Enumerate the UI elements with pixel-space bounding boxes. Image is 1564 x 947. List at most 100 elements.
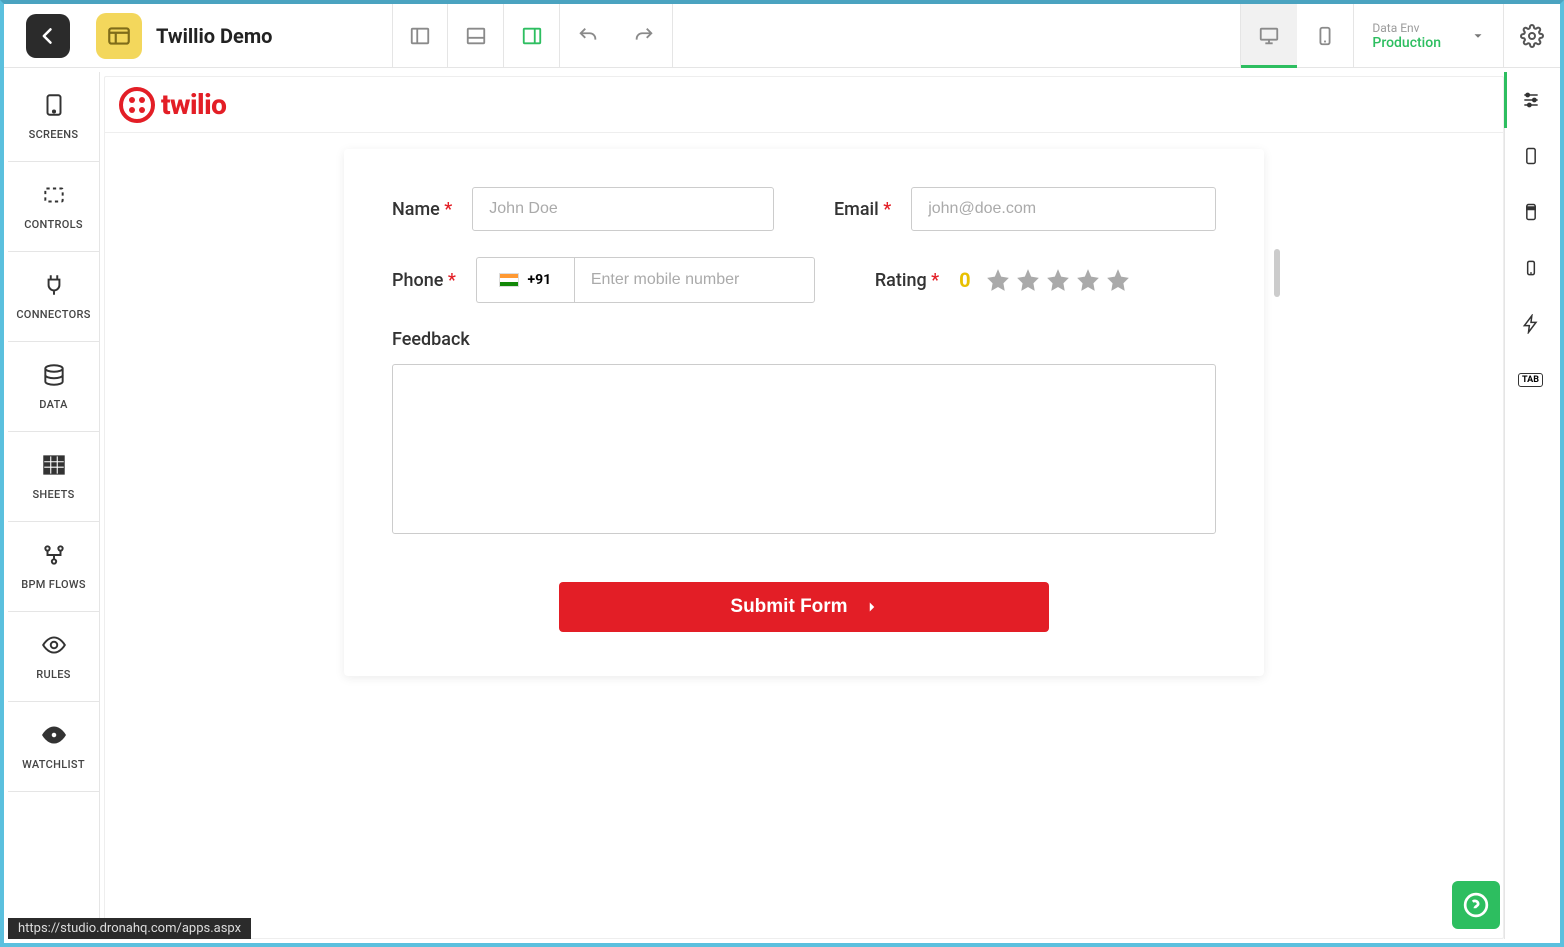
layout-right-panel-button[interactable] [504,4,560,67]
left-sidebar: SCREENS CONTROLS CONNECTORS DATA SHEETS … [8,72,100,939]
layout-left-panel-button[interactable] [392,4,448,67]
back-button[interactable] [26,14,70,58]
help-button[interactable] [1452,881,1500,929]
redo-button[interactable] [616,4,672,67]
rating-label: Rating [875,270,927,291]
submit-label: Submit Form [730,596,847,618]
phone-country-code[interactable]: +91 [476,257,574,303]
mobile-preview-button[interactable] [1297,4,1353,67]
star-icon[interactable] [1045,267,1071,293]
mobile-icon [1314,25,1336,47]
desktop-preview-button[interactable] [1241,4,1297,67]
rating-stars[interactable] [985,267,1131,293]
layout-right-icon [521,25,543,47]
star-icon[interactable] [1105,267,1131,293]
name-field: Name * [392,187,774,231]
layout-left-icon [409,25,431,47]
canvas-header: twilio [105,77,1503,133]
rules-icon [41,632,67,658]
phone-label: Phone [392,270,443,291]
right-sidebar: TAB [1504,72,1556,939]
phone-input[interactable] [574,257,815,303]
topbar: Twillio Demo Data Env Production [4,4,1560,68]
sidebar-item-connectors[interactable]: CONNECTORS [8,252,99,342]
sidebar-label: DATA [39,398,67,411]
card-scrollbar[interactable] [1274,249,1280,297]
form-card: Name * Email * Phone * +91 Ra [344,149,1264,676]
feedback-label: Feedback [392,329,1216,350]
star-icon[interactable] [985,267,1011,293]
phone-field: Phone * +91 [392,257,815,303]
required-marker: * [448,270,456,291]
phone-cc-value: +91 [527,272,551,288]
phone-filled-icon [1521,202,1541,222]
bpmflows-icon [41,542,67,568]
settings-button[interactable] [1504,24,1560,48]
name-label: Name [392,199,440,220]
chevron-down-icon [1471,29,1485,43]
sidebar-item-rules[interactable]: RULES [8,612,99,702]
right-tab-sliders[interactable] [1505,72,1556,128]
sidebar-label: RULES [36,668,70,681]
app-title: Twillio Demo [156,24,272,48]
email-label: Email [834,199,879,220]
submit-button[interactable]: Submit Form [559,582,1049,632]
help-icon [1463,892,1489,918]
rating-value: 0 [959,268,970,292]
redo-icon [633,25,655,47]
env-label: Data Env [1372,21,1441,35]
sidebar-item-sheets[interactable]: SHEETS [8,432,99,522]
india-flag-icon [499,273,519,287]
sidebar-label: SHEETS [32,488,74,501]
layout-toggle-group [392,4,560,67]
sidebar-label: SCREENS [29,128,79,141]
right-tab-lightning[interactable] [1505,296,1556,352]
right-tab-tab[interactable]: TAB [1505,352,1556,408]
sidebar-label: WATCHLIST [22,758,85,771]
undo-redo-group [560,4,673,67]
undo-icon [577,25,599,47]
app-icon [96,13,142,59]
layout-bottom-panel-button[interactable] [448,4,504,67]
required-marker: * [883,199,891,220]
undo-button[interactable] [560,4,616,67]
status-bar-url: https://studio.dronahq.com/apps.aspx [8,918,251,939]
watchlist-icon [41,722,67,748]
right-tab-device1[interactable] [1505,128,1556,184]
name-input[interactable] [472,187,774,231]
connectors-icon [41,272,67,298]
right-tab-device3[interactable] [1505,240,1556,296]
design-canvas[interactable]: twilio Name * Email * Phone * +91 [104,76,1504,939]
twilio-logo-icon [119,87,155,123]
sliders-icon [1521,90,1541,110]
right-tab-device2[interactable] [1505,184,1556,240]
feedback-textarea[interactable] [392,364,1216,534]
screens-icon [41,92,67,118]
desktop-icon [1258,25,1280,47]
email-input[interactable] [911,187,1216,231]
email-field: Email * [834,187,1216,231]
data-env-selector[interactable]: Data Env Production [1354,4,1504,67]
arrow-left-icon [38,26,58,46]
sidebar-item-data[interactable]: DATA [8,342,99,432]
sidebar-item-screens[interactable]: SCREENS [8,72,99,162]
layout-bottom-icon [465,25,487,47]
sidebar-item-controls[interactable]: CONTROLS [8,162,99,252]
required-marker: * [931,270,939,291]
sidebar-label: CONTROLS [24,218,83,231]
twilio-logo-text: twilio [161,88,226,121]
controls-icon [41,182,67,208]
required-marker: * [444,199,452,220]
twilio-logo: twilio [119,87,226,123]
phone-small-icon [1521,258,1541,278]
arrow-right-icon [860,598,878,616]
star-icon[interactable] [1015,267,1041,293]
star-icon[interactable] [1075,267,1101,293]
data-icon [41,362,67,388]
sidebar-item-watchlist[interactable]: WATCHLIST [8,702,99,792]
device-preview-group [1240,4,1354,67]
sheets-icon [41,452,67,478]
env-value: Production [1372,35,1441,51]
gear-icon [1520,24,1544,48]
sidebar-item-bpmflows[interactable]: BPM FLOWS [8,522,99,612]
